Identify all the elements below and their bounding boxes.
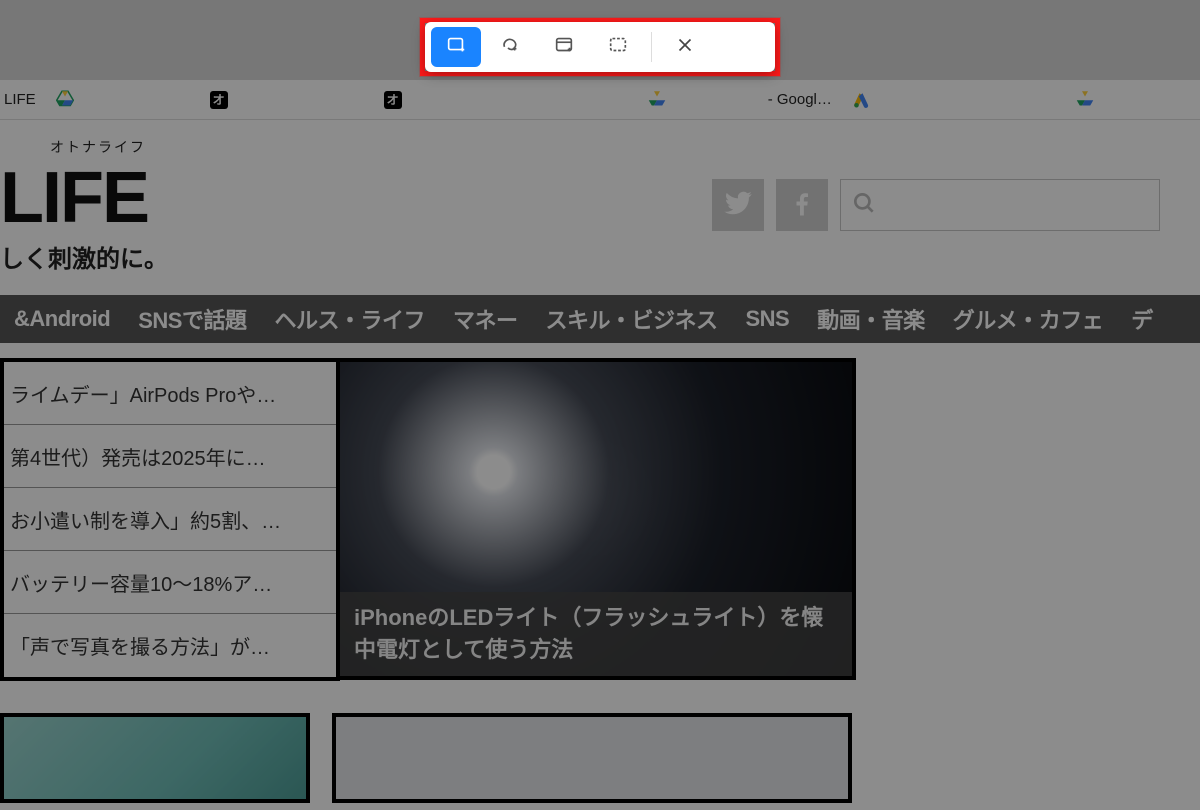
capture-freeform-button[interactable] — [485, 27, 535, 67]
capture-dim-overlay[interactable] — [0, 0, 1200, 810]
capture-window-button[interactable] — [539, 27, 589, 67]
freeform-select-icon — [499, 34, 521, 61]
fullscreen-icon — [607, 34, 629, 61]
web-capture-toolbar — [425, 22, 775, 72]
rectangle-select-icon — [445, 34, 467, 61]
capture-close-button[interactable] — [660, 27, 710, 67]
close-icon — [674, 34, 696, 61]
capture-area-button[interactable] — [431, 27, 481, 67]
capture-fullscreen-button[interactable] — [593, 27, 643, 67]
window-icon — [553, 34, 575, 61]
toolbar-separator — [651, 32, 652, 62]
